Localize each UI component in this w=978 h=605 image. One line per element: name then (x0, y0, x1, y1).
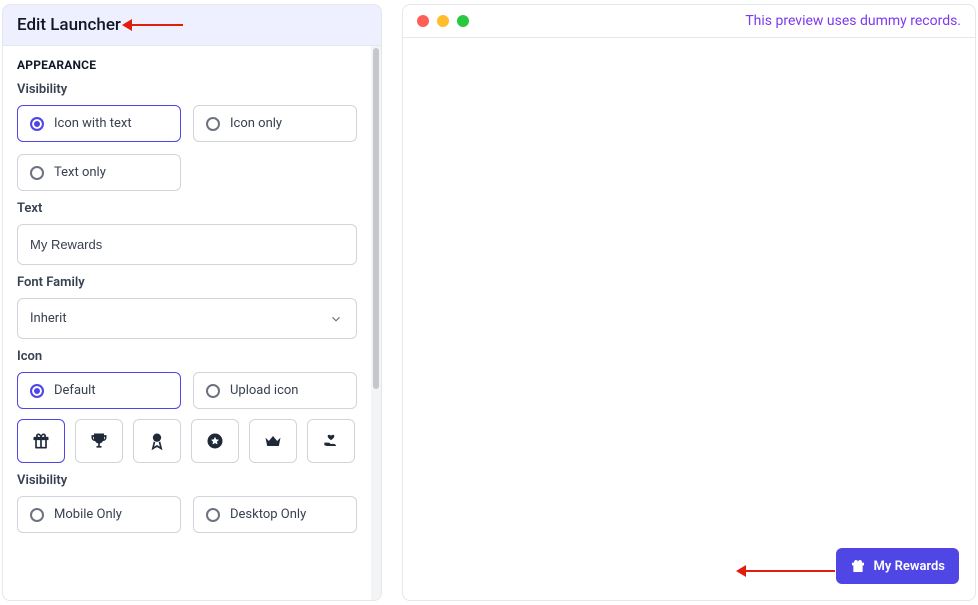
launcher-text-input[interactable] (17, 224, 357, 265)
visibility-label: Visibility (17, 82, 357, 97)
icon-source-options: Default Upload icon (17, 372, 357, 409)
visibility-icon-with-text[interactable]: Icon with text (17, 105, 181, 142)
launcher-label: My Rewards (874, 559, 945, 574)
annotation-arrow-icon (745, 570, 835, 572)
radio-label: Desktop Only (230, 507, 306, 522)
radio-icon (206, 384, 220, 398)
radio-icon (206, 117, 220, 131)
panel-title: Edit Launcher (3, 5, 381, 46)
text-label: Text (17, 201, 357, 216)
preview-note: This preview uses dummy records. (745, 13, 961, 29)
gift-icon (850, 558, 866, 574)
visibility-icon-only[interactable]: Icon only (193, 105, 357, 142)
visibility-text-only[interactable]: Text only (17, 154, 181, 191)
icon-option-star-circle[interactable] (191, 419, 239, 463)
crown-icon (263, 431, 283, 451)
radio-label: Icon only (230, 116, 282, 131)
annotation-arrow-icon (131, 24, 183, 26)
close-icon (417, 15, 429, 27)
icon-picker (17, 419, 357, 463)
scrollbar[interactable] (371, 46, 381, 600)
select-value: Inherit (17, 298, 357, 339)
radio-icon (30, 384, 44, 398)
hand-heart-icon (321, 431, 341, 451)
icon-option-trophy[interactable] (75, 419, 123, 463)
icon-source-upload[interactable]: Upload icon (193, 372, 357, 409)
panel-title-text: Edit Launcher (17, 15, 121, 35)
preview-header: This preview uses dummy records. (403, 5, 975, 38)
font-family-label: Font Family (17, 275, 357, 290)
icon-option-medal[interactable] (133, 419, 181, 463)
icon-label: Icon (17, 349, 357, 364)
icon-option-crown[interactable] (249, 419, 297, 463)
window-traffic-lights (417, 15, 469, 27)
icon-option-hand-heart[interactable] (307, 419, 355, 463)
maximize-icon (457, 15, 469, 27)
edit-launcher-panel: Edit Launcher APPEARANCE Visibility Icon… (2, 4, 382, 601)
visibility-options: Icon with text Icon only Text only (17, 105, 357, 191)
visibility2-label: Visibility (17, 473, 357, 488)
star-circle-icon (205, 431, 225, 451)
radio-label: Mobile Only (54, 507, 122, 522)
preview-body: My Rewards (403, 38, 975, 600)
visibility-mobile-only[interactable]: Mobile Only (17, 496, 181, 533)
launcher-button[interactable]: My Rewards (836, 548, 959, 584)
radio-icon (30, 117, 44, 131)
preview-panel: This preview uses dummy records. My Rewa… (402, 4, 976, 601)
radio-label: Icon with text (54, 116, 132, 131)
panel-body-wrap: APPEARANCE Visibility Icon with text Ico… (3, 46, 381, 600)
radio-icon (30, 508, 44, 522)
font-family-select[interactable]: Inherit (17, 298, 357, 339)
radio-label: Upload icon (230, 383, 299, 398)
gift-icon (31, 431, 51, 451)
radio-label: Text only (54, 165, 106, 180)
radio-label: Default (54, 383, 96, 398)
panel-body: APPEARANCE Visibility Icon with text Ico… (3, 46, 371, 600)
icon-source-default[interactable]: Default (17, 372, 181, 409)
icon-option-gift[interactable] (17, 419, 65, 463)
radio-icon (206, 508, 220, 522)
medal-icon (147, 431, 167, 451)
scrollbar-thumb[interactable] (373, 48, 379, 389)
trophy-icon (89, 431, 109, 451)
appearance-heading: APPEARANCE (17, 58, 357, 72)
visibility-desktop-only[interactable]: Desktop Only (193, 496, 357, 533)
minimize-icon (437, 15, 449, 27)
radio-icon (30, 166, 44, 180)
device-visibility-options: Mobile Only Desktop Only (17, 496, 357, 533)
